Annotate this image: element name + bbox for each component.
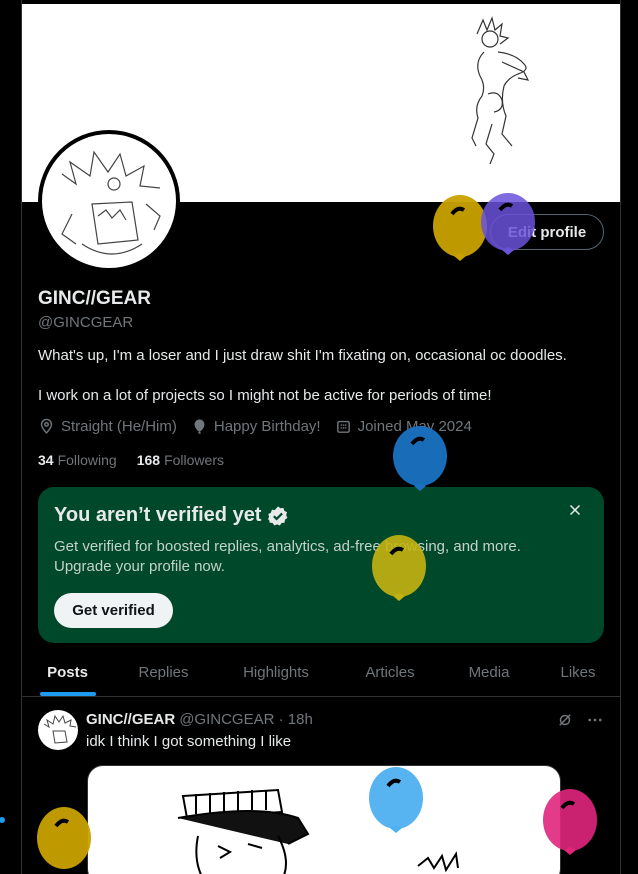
follow-stats: 34 Following 168 Followers <box>38 452 224 468</box>
tab-likes[interactable]: Likes <box>536 648 620 696</box>
close-icon[interactable] <box>566 501 584 519</box>
tab-articles[interactable]: Articles <box>338 648 442 696</box>
profile-handle: @GINCGEAR <box>38 314 134 331</box>
post-author-handle[interactable]: @GINCGEAR · 18h <box>179 711 313 728</box>
verify-card: You aren’t verified yet Get verified for… <box>38 487 604 643</box>
bio-line: What's up, I'm a loser and I just draw s… <box>38 347 567 364</box>
post-avatar-sketch <box>43 714 77 744</box>
location-label: Straight (He/Him) <box>61 418 177 435</box>
calendar-icon <box>336 420 350 433</box>
following-link[interactable]: 34 Following <box>38 452 117 468</box>
post-text: idk I think I got something I like <box>86 733 292 750</box>
tab-media[interactable]: Media <box>442 648 536 696</box>
post-header: GINC//GEAR @GINCGEAR · 18h <box>86 711 313 728</box>
profile-meta: Straight (He/Him) Happy Birthday! Joined… <box>38 418 472 435</box>
profile-tabs: Posts Replies Highlights Articles Media … <box>22 648 620 697</box>
verify-description: Get verified for boosted replies, analyt… <box>54 538 521 575</box>
post-image-sketch <box>177 788 459 874</box>
verify-title: You aren’t verified yet <box>54 504 289 527</box>
edit-profile-button[interactable]: Edit profile <box>490 214 604 250</box>
balloon-icon <box>194 419 205 434</box>
joined-label: Joined May 2024 <box>357 418 472 435</box>
post-avatar[interactable] <box>38 710 78 750</box>
bio-line: I work on a lot of projects so I might n… <box>38 387 492 404</box>
verified-badge-icon <box>268 505 288 526</box>
location-icon <box>40 418 53 434</box>
avatar-sketch <box>61 150 161 255</box>
more-icon[interactable] <box>586 711 604 729</box>
tab-posts[interactable]: Posts <box>22 648 113 696</box>
meta-birthday: Happy Birthday! <box>191 418 321 435</box>
meta-joined: Joined May 2024 <box>335 418 472 435</box>
birthday-label: Happy Birthday! <box>213 418 321 435</box>
profile-bio: What's up, I'm a loser and I just draw s… <box>38 346 598 406</box>
meta-location: Straight (He/Him) <box>38 418 177 435</box>
active-tab-indicator <box>40 692 96 696</box>
profile-avatar[interactable] <box>38 130 180 272</box>
profile-name: GINC//GEAR <box>38 288 151 309</box>
post-item[interactable]: GINC//GEAR @GINCGEAR · 18h idk I think I… <box>22 698 620 874</box>
post-author-name[interactable]: GINC//GEAR <box>86 711 175 728</box>
get-verified-button[interactable]: Get verified <box>54 593 173 628</box>
post-actions <box>556 711 604 729</box>
followers-link[interactable]: 168 Followers <box>137 452 224 468</box>
tab-highlights[interactable]: Highlights <box>214 648 338 696</box>
post-image[interactable] <box>87 765 561 874</box>
grok-icon[interactable] <box>556 711 574 729</box>
tab-replies[interactable]: Replies <box>113 648 214 696</box>
